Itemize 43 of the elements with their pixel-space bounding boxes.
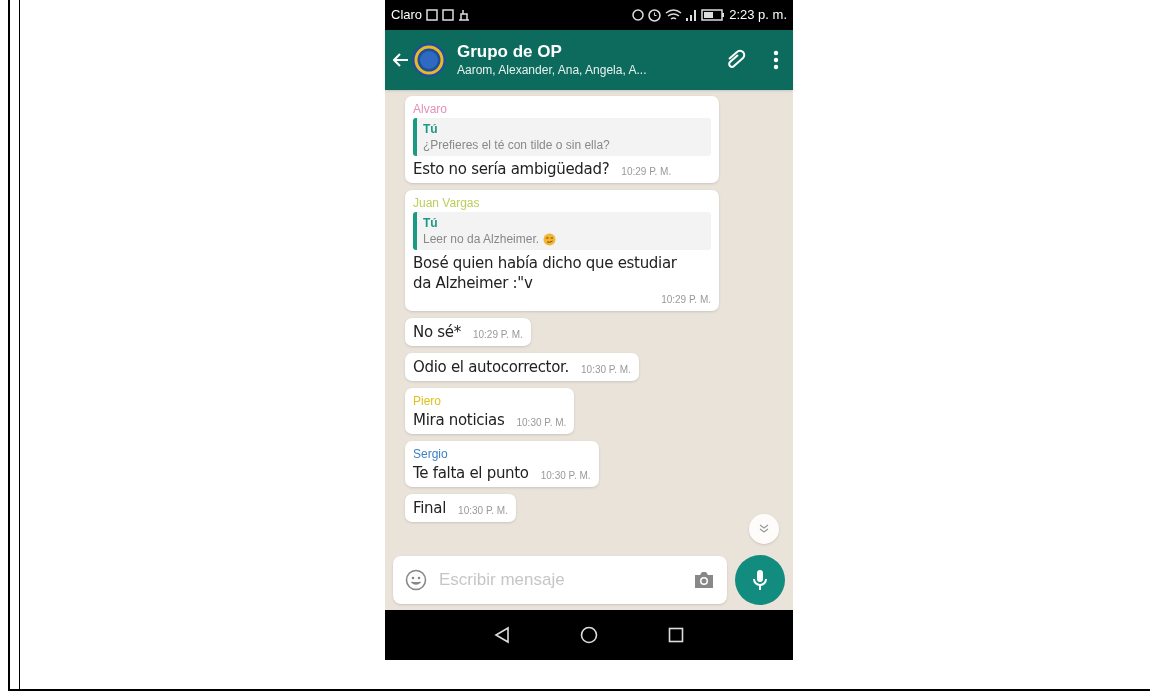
message-text: Te falta el punto [413, 463, 529, 483]
quote-author: Tú [423, 121, 439, 137]
camera-icon[interactable] [693, 571, 715, 589]
group-avatar[interactable] [411, 42, 447, 78]
emoji-icon[interactable] [405, 569, 427, 591]
message-text: Mira noticias [413, 410, 505, 430]
sender-name: Sergio [413, 446, 449, 463]
group-members: Aarom, Alexander, Ana, Angela, A... [457, 62, 647, 78]
message-text: Odio el autocorrector. [413, 357, 570, 377]
quote-author: Tú [423, 215, 439, 231]
clock: 2:23 p. m. [729, 6, 787, 25]
carrier-name: Claro [391, 6, 423, 25]
message-time: 10:30 P. M. [458, 504, 508, 518]
message-text: Esto no sería ambigüedad? [413, 159, 610, 179]
message-time: 10:29 P. M. [661, 293, 711, 307]
sender-name: Piero [413, 393, 442, 410]
menu-icon[interactable] [773, 50, 779, 70]
message-input[interactable]: Escribir mensaje [439, 567, 681, 593]
microphone-icon [752, 569, 768, 591]
battery-icon [701, 9, 726, 21]
chat-title: Grupo de OP [457, 42, 563, 62]
voice-message-button[interactable] [735, 555, 785, 605]
home-icon[interactable] [580, 626, 598, 644]
sender-name: Juan Vargas [413, 195, 481, 212]
quote-text: Leer no da Alzheimer. [423, 231, 540, 247]
message-text: Bosé quien había dicho que estudiar da Alzheimer :"v [413, 253, 678, 293]
message-text: Final [413, 498, 447, 518]
wifi-icon [665, 9, 683, 21]
message-time: 10:30 P. M. [581, 363, 631, 377]
message-time: 10:29 P. M. [472, 328, 523, 342]
message-time: 10:29 P. M. [621, 165, 672, 179]
message-field[interactable]: Escribir mensaje [393, 556, 727, 604]
message-time: 10:30 P. M. [516, 416, 567, 430]
sender-name: Alvaro [413, 101, 448, 118]
message-time: 10:30 P. M. [540, 469, 591, 483]
message-text: No sé* [413, 322, 461, 342]
recent-apps-icon[interactable] [668, 627, 684, 643]
paperclip-icon[interactable] [725, 49, 747, 71]
double-chevron-down-icon [759, 524, 769, 534]
quote-text: ¿Prefieres el té con tilde o sin ella? [423, 137, 610, 153]
alarm-icon [648, 8, 662, 22]
back-icon[interactable] [494, 626, 510, 644]
signal-icon [686, 9, 698, 21]
